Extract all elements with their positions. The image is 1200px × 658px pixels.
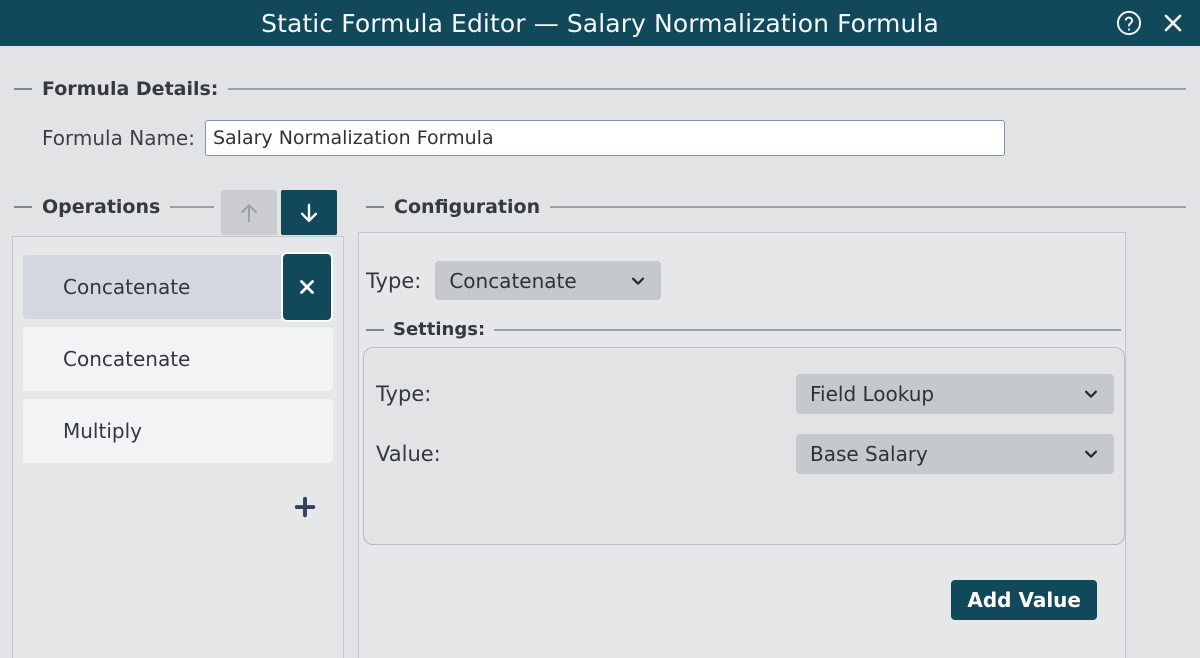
move-down-button[interactable]: [281, 190, 337, 235]
settings-panel: Type: Field Lookup Value: Base Salary: [363, 347, 1125, 545]
add-value-button[interactable]: Add Value: [951, 580, 1097, 620]
help-circle-icon[interactable]: [1114, 8, 1144, 38]
settings-type-label: Type:: [376, 382, 432, 406]
settings-type-select[interactable]: Field Lookup: [796, 374, 1114, 414]
formula-name-input[interactable]: [204, 120, 1005, 156]
add-operation-button[interactable]: [287, 489, 323, 525]
operations-list-item[interactable]: Concatenate: [23, 252, 333, 322]
group-divider: [170, 206, 214, 208]
select-value: Base Salary: [810, 442, 928, 466]
configuration-type-select[interactable]: Concatenate: [435, 261, 662, 300]
group-divider: [228, 88, 1186, 90]
operations-header: Operations: [14, 196, 214, 218]
formula-details-label: Formula Details:: [42, 78, 219, 100]
settings-header: Settings:: [366, 319, 1121, 340]
chevron-down-icon: [611, 272, 647, 290]
titlebar-actions: [1114, 0, 1188, 46]
add-value-row: Add Value: [359, 580, 1127, 620]
settings-value-select[interactable]: Base Salary: [796, 434, 1114, 474]
chevron-down-icon: [1064, 385, 1100, 403]
operations-add-row: [13, 489, 343, 525]
list-item-label: Multiply: [63, 419, 142, 443]
operations-list-item[interactable]: Concatenate: [23, 327, 333, 391]
configuration-type-label: Type:: [366, 268, 422, 293]
arrow-down-icon: [300, 203, 318, 222]
close-icon[interactable]: [1158, 8, 1188, 38]
configuration-panel: Type: Concatenate Settings: Type: Field …: [358, 232, 1126, 658]
settings-label: Settings:: [393, 319, 486, 340]
collapse-dash-icon[interactable]: [14, 88, 32, 90]
operations-label: Operations: [42, 196, 161, 218]
configuration-type-row: Type: Concatenate: [366, 261, 662, 300]
plus-icon: [294, 496, 316, 518]
formula-details-group: Formula Details: Formula Name:: [14, 78, 1186, 156]
list-item-label: Concatenate: [63, 275, 191, 299]
settings-type-row: Type: Field Lookup: [376, 374, 1114, 414]
configuration-label: Configuration: [394, 196, 541, 218]
formula-name-label: Formula Name:: [42, 126, 195, 150]
operations-reorder-buttons: [221, 190, 337, 235]
window-title: Static Formula Editor — Salary Normaliza…: [261, 8, 939, 38]
group-divider: [494, 328, 1121, 331]
settings-value-row: Value: Base Salary: [376, 434, 1114, 474]
configuration-header: Configuration: [366, 196, 1186, 218]
operations-list-panel: Concatenate Concatenate Multiply: [12, 236, 344, 658]
collapse-dash-icon[interactable]: [14, 206, 32, 208]
arrow-up-icon: [241, 203, 257, 222]
formula-details-header: Formula Details:: [14, 78, 1186, 100]
select-value: Field Lookup: [810, 382, 935, 406]
move-up-button[interactable]: [221, 190, 277, 235]
chevron-down-icon: [1064, 445, 1100, 463]
group-divider: [550, 206, 1186, 208]
settings-value-label: Value:: [376, 442, 441, 466]
collapse-dash-icon[interactable]: [366, 328, 384, 331]
window-titlebar: Static Formula Editor — Salary Normaliza…: [0, 0, 1200, 46]
list-item-label: Concatenate: [63, 347, 191, 371]
operations-list-item[interactable]: Multiply: [23, 399, 333, 463]
collapse-dash-icon[interactable]: [366, 206, 384, 208]
delete-operation-button[interactable]: [281, 252, 333, 322]
close-icon: [300, 280, 314, 294]
select-value: Concatenate: [449, 268, 577, 293]
formula-name-row: Formula Name:: [42, 120, 1005, 156]
